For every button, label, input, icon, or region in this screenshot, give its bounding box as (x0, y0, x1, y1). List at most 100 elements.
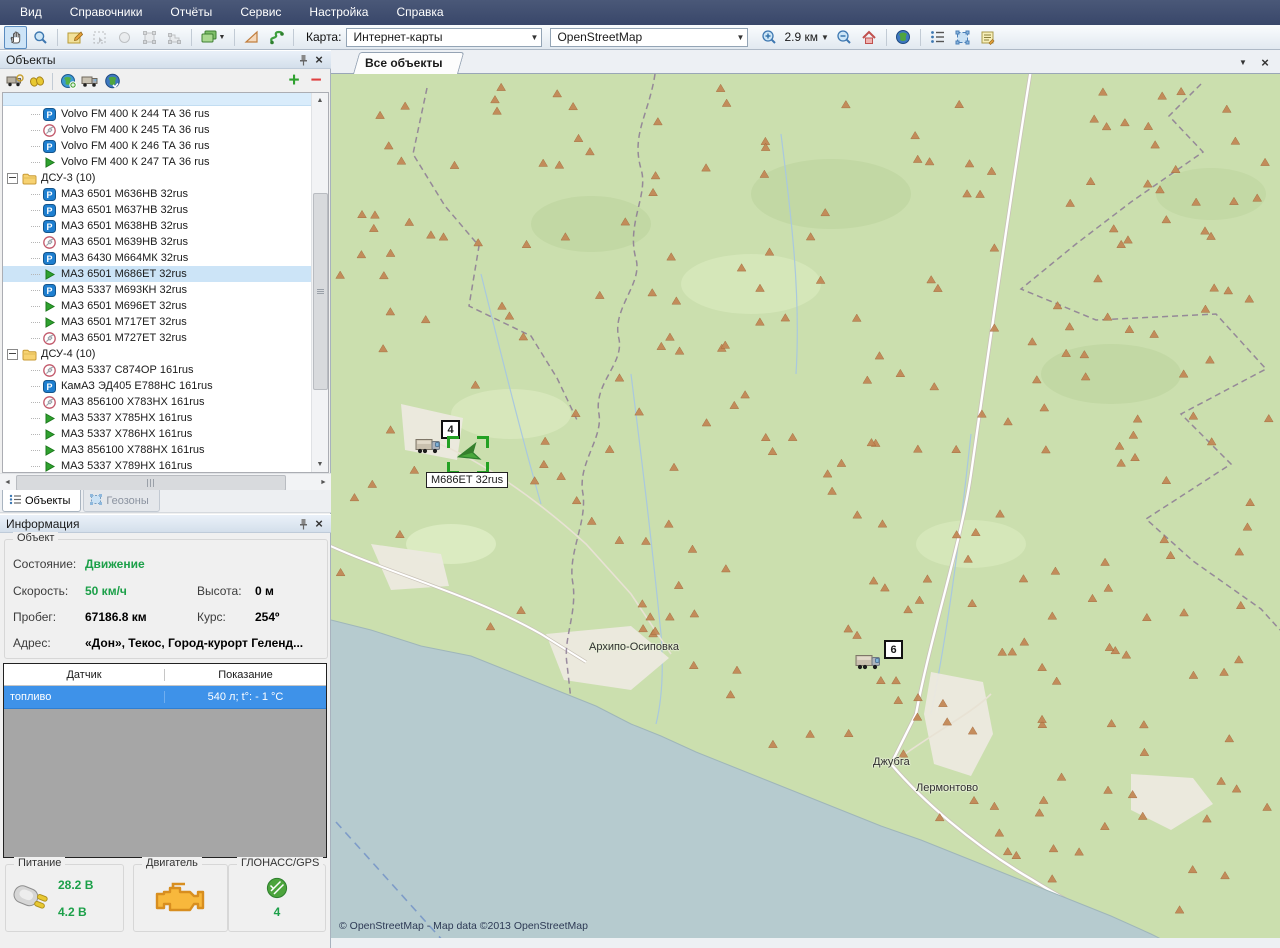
menu-item-0[interactable]: Вид (6, 0, 56, 25)
scroll-down-icon[interactable]: ▼ (312, 457, 328, 472)
remove-object-button[interactable]: − (305, 71, 327, 91)
power-gauge: Питание 28.2 В 4.2 В (5, 864, 124, 932)
parking-icon: P (42, 140, 57, 153)
tree-item-label: МАЗ 856100 Х788НХ 161rus (61, 444, 205, 456)
tree-item-17[interactable]: PКамАЗ ЭД405 Е788НС 161rus (3, 378, 312, 394)
close-icon[interactable]: × (311, 52, 327, 67)
dock-tab-objects[interactable]: Объекты (2, 490, 81, 512)
collapse-expander-icon[interactable] (7, 173, 18, 184)
tree-item-12[interactable]: МАЗ 6501 М696ЕТ 32rus (3, 298, 312, 314)
close-tab-icon[interactable]: × (1256, 53, 1274, 71)
tree-item-2[interactable]: PVolvo FM 400 К 246 ТА 36 rus (3, 138, 312, 154)
menu-item-1[interactable]: Справочники (56, 0, 157, 25)
satellite-icon (266, 877, 288, 899)
menu-item-2[interactable]: Отчёты (156, 0, 226, 25)
globe-button[interactable] (892, 26, 915, 49)
tree-vertical-scrollbar[interactable]: ▲ ▼ (311, 93, 328, 472)
map-tab-all-objects[interactable]: Все объекты (353, 52, 458, 74)
show-all-on-map-button[interactable] (57, 71, 79, 91)
tree-branch (31, 210, 40, 211)
legend-button[interactable] (926, 26, 949, 49)
tree-item-15[interactable]: ДСУ-4 (10) (3, 346, 312, 362)
close-icon[interactable]: × (311, 516, 327, 531)
tree-item-16[interactable]: МАЗ 5337 С874ОР 161rus (3, 362, 312, 378)
menu-item-4[interactable]: Настройка (295, 0, 382, 25)
zoom-in-button[interactable] (757, 26, 780, 49)
tree-item-19[interactable]: МАЗ 5337 Х785НХ 161rus (3, 410, 312, 426)
selected-object-marker[interactable] (447, 436, 489, 474)
ruler-triangle-icon (244, 30, 259, 44)
follow-object-button[interactable] (79, 71, 101, 91)
scroll-up-icon[interactable]: ▲ (312, 93, 328, 108)
moving-icon (42, 156, 57, 169)
layers-button[interactable]: ▼ (197, 26, 229, 49)
map-provider-combobox[interactable]: OpenStreetMap ▼ (550, 28, 748, 47)
info-panel-header: Информация × (0, 514, 331, 533)
tree-item-20[interactable]: МАЗ 5337 Х786НХ 161rus (3, 426, 312, 442)
svg-text:P: P (46, 110, 52, 120)
edit-map-button[interactable] (63, 26, 86, 49)
scrollbar-thumb[interactable] (313, 193, 328, 390)
sensor-row[interactable]: топливо540 л; t°: - 1 °С (4, 686, 326, 709)
tree-horizontal-scrollbar[interactable]: ◄ ► (0, 473, 331, 491)
tree-item-label: МАЗ 6501 М638НВ 32rus (61, 220, 188, 232)
scroll-left-icon[interactable]: ◄ (0, 474, 15, 491)
tree-branch (31, 306, 40, 307)
globe-add-icon (60, 73, 77, 89)
tree-item-10[interactable]: МАЗ 6501 М686ЕТ 32rus (3, 266, 312, 282)
menu-item-3[interactable]: Сервис (226, 0, 295, 25)
menu-item-5[interactable]: Справка (382, 0, 457, 25)
object-on-map-button[interactable] (101, 71, 123, 91)
tree-item-13[interactable]: МАЗ 6501 М717ЕТ 32rus (3, 314, 312, 330)
tree-item-1[interactable]: Volvo FM 400 К 245 ТА 36 rus (3, 122, 312, 138)
tree-item-label: Volvo FM 400 К 245 ТА 36 rus (61, 124, 210, 136)
moving-icon (42, 268, 57, 281)
home-view-button[interactable] (858, 26, 881, 49)
tree-item-8[interactable]: МАЗ 6501 М639НВ 32rus (3, 234, 312, 250)
routes-button[interactable] (265, 26, 288, 49)
window-bottom-strip (331, 938, 1280, 948)
zoom-tool-button[interactable] (29, 26, 52, 49)
scroll-right-icon[interactable]: ► (316, 474, 331, 491)
tree-item-9[interactable]: PМАЗ 6430 М664МК 32rus (3, 250, 312, 266)
svg-text:P: P (46, 142, 52, 152)
cluster-badge[interactable]: 6 (884, 640, 903, 659)
scrollbar-thumb[interactable] (16, 475, 286, 491)
info-panel-title: Информация (6, 517, 295, 531)
geozone-edit-button[interactable] (951, 26, 974, 49)
select-region-button[interactable] (88, 26, 111, 49)
add-object-button[interactable]: + (283, 71, 305, 91)
zoom-out-button[interactable] (833, 26, 856, 49)
map-type-combobox[interactable]: Интернет-карты ▼ (346, 28, 542, 47)
tab-list-dropdown-icon[interactable]: ▼ (1234, 53, 1252, 71)
tree-item-label: МАЗ 5337 Х789НХ 161rus (61, 460, 192, 472)
pin-icon[interactable] (295, 516, 311, 531)
tree-item-14[interactable]: МАЗ 6501 М727ЕТ 32rus (3, 330, 312, 346)
pin-icon[interactable] (295, 52, 311, 67)
binoculars-button[interactable] (26, 71, 48, 91)
collapse-expander-icon[interactable] (7, 349, 18, 360)
tree-item-0[interactable]: PVolvo FM 400 К 244 ТА 36 rus (3, 106, 312, 122)
map-scale-dropdown[interactable]: 2.9 км ▼ (784, 30, 828, 44)
truck-marker-icon[interactable] (855, 652, 882, 674)
tree-item-11[interactable]: PМАЗ 5337 М693КН 32rus (3, 282, 312, 298)
select-circle-button[interactable] (113, 26, 136, 49)
tree-item-3[interactable]: Volvo FM 400 К 247 ТА 36 rus (3, 154, 312, 170)
tree-partial-row[interactable] (3, 93, 312, 106)
tree-item-6[interactable]: PМАЗ 6501 М637НВ 32rus (3, 202, 312, 218)
select-rect-button[interactable] (138, 26, 161, 49)
tree-item-4[interactable]: ДСУ-3 (10) (3, 170, 312, 186)
tree-item-22[interactable]: МАЗ 5337 Х789НХ 161rus (3, 458, 312, 473)
dock-tab-geozones[interactable]: Геозоны (83, 490, 159, 512)
find-object-button[interactable] (4, 71, 26, 91)
measure-button[interactable] (240, 26, 263, 49)
tree-item-18[interactable]: МАЗ 856100 Х783НХ 161rus (3, 394, 312, 410)
truck-marker-icon[interactable] (415, 436, 442, 458)
select-polygon-button[interactable] (163, 26, 186, 49)
map-canvas[interactable]: Архипо-ОсиповкаДжубгаЛермонтово4М686ЕТ 3… (331, 74, 1280, 938)
tree-item-7[interactable]: PМАЗ 6501 М638НВ 32rus (3, 218, 312, 234)
notes-button[interactable] (976, 26, 999, 49)
pan-tool-button[interactable] (4, 26, 27, 49)
tree-item-21[interactable]: МАЗ 856100 Х788НХ 161rus (3, 442, 312, 458)
tree-item-5[interactable]: PМАЗ 6501 М636НВ 32rus (3, 186, 312, 202)
